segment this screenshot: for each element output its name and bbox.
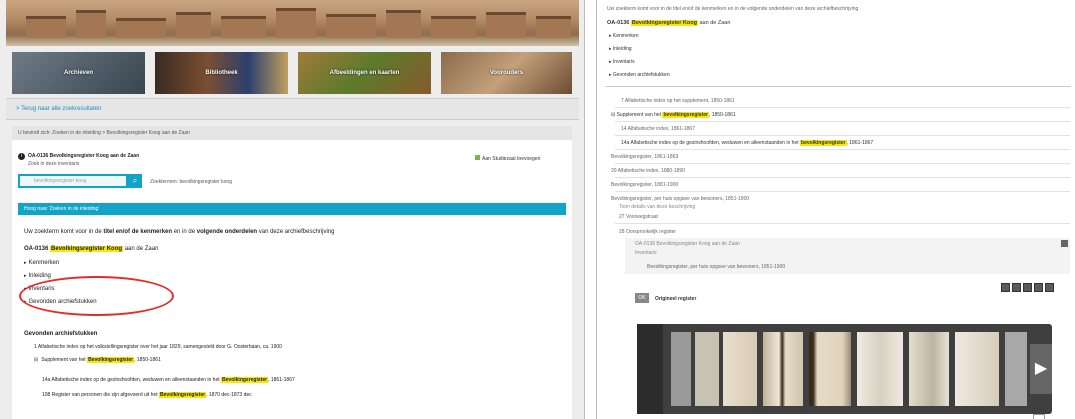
found-item[interactable]: 108 Register van personen die zijn afgev… xyxy=(42,392,252,398)
thumbnail[interactable] xyxy=(955,332,999,406)
record-detail-box: OA-0136 Bevolkingsregister Koog aan de Z… xyxy=(625,238,1070,274)
info-icon: i xyxy=(18,153,25,160)
thumbnail[interactable] xyxy=(763,332,803,406)
archive-heading: OA-0136 Bevolkingsregister Koog aan de Z… xyxy=(24,246,159,252)
plus-icon xyxy=(475,155,480,160)
found-item[interactable]: 14a Alfabetische index op de gezinshoofd… xyxy=(621,140,873,146)
tile-voorouders[interactable]: Voorouders xyxy=(441,52,572,94)
found-item[interactable]: ⊟ Supplement van het bevolkingsregister,… xyxy=(611,112,736,118)
found-heading: Gevonden archiefstukken xyxy=(24,331,98,337)
toolbar-button[interactable] xyxy=(1023,283,1032,292)
toolbar-button[interactable] xyxy=(1034,283,1043,292)
tile-bibliotheek[interactable]: Bibliotheek xyxy=(155,52,288,94)
found-item[interactable]: Bevolkingsregister, 1881-1900 xyxy=(611,182,678,188)
tree-item-kenmerken[interactable]: ▸ Kenmerken xyxy=(24,260,59,266)
tile-afbeeldingen[interactable]: Afbeeldingen en kaarten xyxy=(298,52,431,94)
thumbnail[interactable] xyxy=(723,332,757,406)
right-screenshot-panel: Uw zoekterm komt voor in de titel en/of … xyxy=(596,0,1075,419)
page-indicator[interactable] xyxy=(1033,414,1045,419)
toolbar-button[interactable] xyxy=(1012,283,1021,292)
found-item[interactable]: 7 Alfabetische index op het supplement, … xyxy=(621,98,735,104)
main-content: U bevindt zich: Zoeken in de inleiding >… xyxy=(12,126,572,419)
search-hint: Zoektermen: bevolkingsregister koog xyxy=(150,179,232,185)
record-title: OA-0136 Bevolkingsregister Koog aan de Z… xyxy=(28,153,140,159)
found-item[interactable]: ⊟ Supplement van het Bevolkingsregister, … xyxy=(34,357,161,363)
intro-text: Uw zoekterm komt voor in de titel en/of … xyxy=(24,229,335,235)
header-banner-image xyxy=(6,0,579,46)
found-item[interactable]: Bevolkingsregister, per huis opgave van … xyxy=(611,196,749,202)
divider xyxy=(605,86,1071,87)
scroll-to-intro-bar[interactable]: Hoog naar 'Zoeken in de inleiding' xyxy=(18,203,566,215)
next-arrow-icon[interactable]: ▶ xyxy=(1030,344,1052,394)
search-button[interactable]: ⌕ xyxy=(128,174,142,188)
filmstrip-prev-area[interactable] xyxy=(637,324,663,414)
archive-heading: OA-0136 Bevolkingsregister Koog aan de Z… xyxy=(607,20,731,26)
found-item[interactable]: Bevolkingsregister, 1861-1863 xyxy=(611,154,678,160)
found-item[interactable]: 1 Alfabetische index op het volkstelling… xyxy=(34,344,282,350)
thumbnail[interactable] xyxy=(1005,332,1027,406)
back-bar: > Terug naar alle zoekresultaten xyxy=(6,98,579,120)
tree-item-gevonden[interactable]: ▸ Gevonden archiefstukken xyxy=(609,72,670,78)
found-item[interactable]: 27 Voorwegstraat xyxy=(619,214,658,220)
tree-item-inleiding[interactable]: ▸ Inleiding xyxy=(24,273,51,279)
tree-item-inleiding[interactable]: ▸ Inleiding xyxy=(609,46,632,52)
panel-gap xyxy=(586,0,596,419)
left-screenshot-panel: Archieven Bibliotheek Afbeeldingen en ka… xyxy=(0,0,585,419)
search-icon: ⌕ xyxy=(132,176,138,185)
found-item[interactable]: 20 Alfabetische index, 1880-1890 xyxy=(611,168,685,174)
caret-right-icon: ▸ xyxy=(24,273,27,279)
details-link[interactable]: Toon details van deze beschrijving xyxy=(619,204,695,210)
tree-item-kenmerken[interactable]: ▸ Kenmerken xyxy=(609,33,638,39)
add-to-studiezaal-link[interactable]: Aan Studiezaal toevoegen xyxy=(475,155,540,162)
viewer-badge[interactable]: OK xyxy=(635,293,649,303)
thumbnail[interactable] xyxy=(909,332,949,406)
found-item[interactable]: 14 Alfabetische index, 1861-1867 xyxy=(621,126,695,132)
found-item[interactable]: 28 Oorspronkelijk register xyxy=(619,229,676,235)
record-subtitle: Zoek in deze inventaris xyxy=(28,161,80,167)
toolbar-button[interactable] xyxy=(1045,283,1054,292)
toolbar-button[interactable] xyxy=(1001,283,1010,292)
tree-item-inventaris[interactable]: ▸ Inventaris xyxy=(609,59,635,65)
red-annotation-circle xyxy=(19,276,174,316)
thumbnail[interactable] xyxy=(695,332,719,406)
thumbnail[interactable] xyxy=(671,332,691,406)
tile-archieven[interactable]: Archieven xyxy=(12,52,145,94)
collapse-icon: ⊟ xyxy=(34,357,39,363)
breadcrumb: U bevindt zich: Zoeken in de inleiding >… xyxy=(12,126,572,140)
caret-right-icon: ▸ xyxy=(24,260,27,266)
thumbnail[interactable] xyxy=(857,332,903,406)
image-filmstrip: ▶ xyxy=(637,324,1052,414)
found-item[interactable]: 14a Alfabetische index op de gezinshoofd… xyxy=(42,377,295,383)
back-to-results-link[interactable]: > Terug naar alle zoekresultaten xyxy=(16,106,101,112)
print-icon[interactable] xyxy=(1061,240,1068,247)
search-input[interactable]: bevolkingsregister koog xyxy=(18,174,128,188)
intro-text: Uw zoekterm komt voor in de titel en/of … xyxy=(607,6,859,12)
viewer-label: Origineel register xyxy=(655,296,697,302)
thumbnail[interactable] xyxy=(809,332,851,406)
